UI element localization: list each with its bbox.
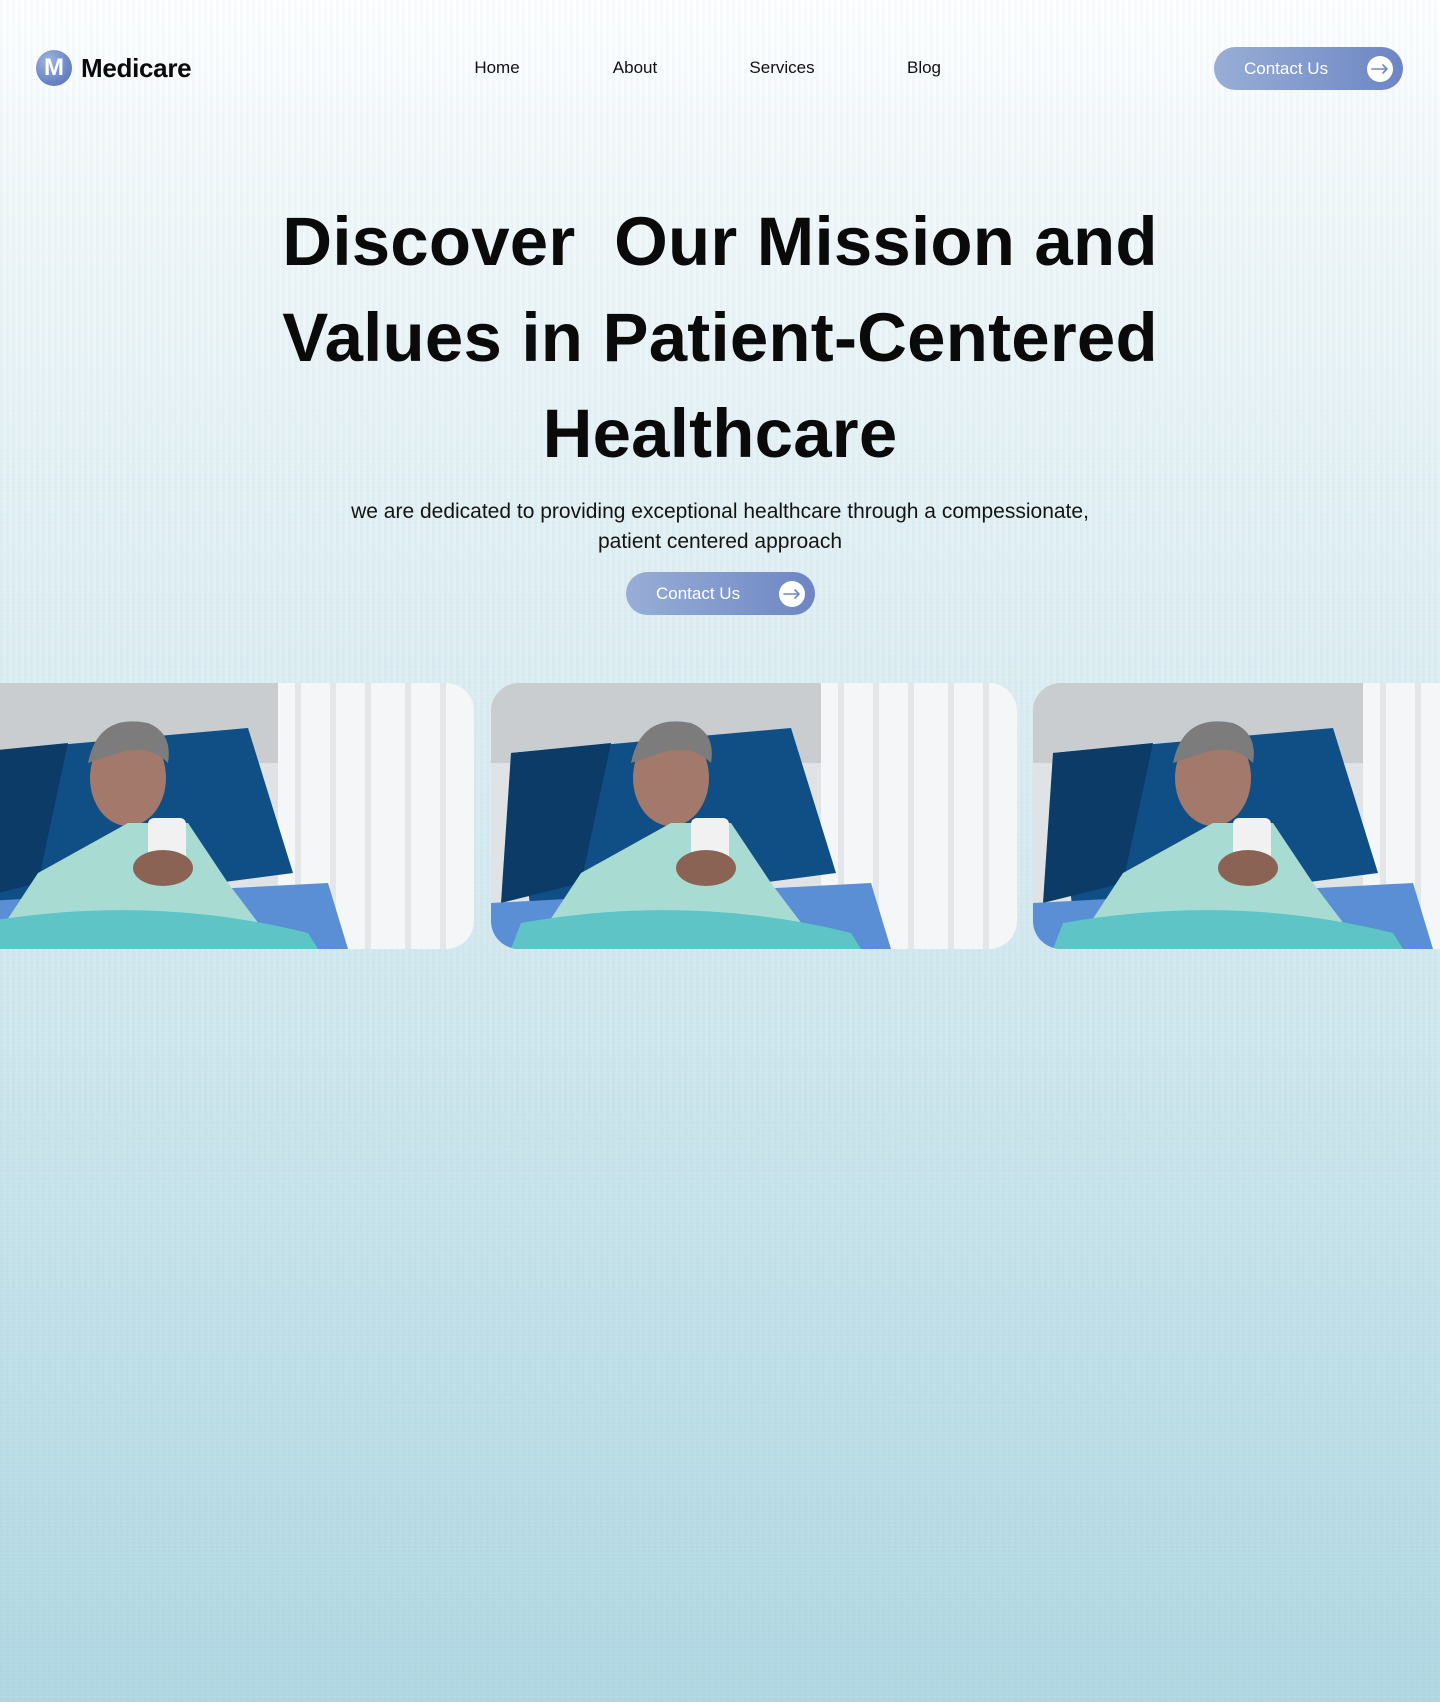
top-navigation: M Medicare Home About Services Blog Cont… xyxy=(0,0,1440,136)
nav-link-about[interactable]: About xyxy=(613,58,657,78)
arrow-right-icon xyxy=(779,580,805,607)
hero-contact-label: Contact Us xyxy=(656,583,741,603)
brand-logo[interactable]: M Medicare xyxy=(36,50,192,86)
logo-mark-icon: M xyxy=(36,50,72,86)
arrow-right-icon xyxy=(1367,55,1393,82)
patient-photo xyxy=(0,683,474,949)
hero-contact-button[interactable]: Contact Us xyxy=(626,572,815,615)
hero-title: Discover Our Mission and Values in Patie… xyxy=(0,194,1440,482)
nav-link-services[interactable]: Services xyxy=(749,58,814,78)
nav-link-home[interactable]: Home xyxy=(474,58,519,78)
hero-subtitle: we are dedicated to providing exceptiona… xyxy=(0,497,1440,557)
hero-subtitle-line: patient centered approach xyxy=(597,530,842,553)
nav-link-blog[interactable]: Blog xyxy=(907,58,941,78)
hero-subtitle-line: we are dedicated to providing exceptiona… xyxy=(351,500,1089,523)
hero-title-line: Healthcare xyxy=(542,395,898,472)
nav-contact-button[interactable]: Contact Us xyxy=(1214,47,1403,90)
patient-photo xyxy=(1033,683,1440,949)
brand-name: Medicare xyxy=(81,52,192,83)
hero-title-line: Values in Patient-Centered xyxy=(282,299,1158,376)
nav-contact-label: Contact Us xyxy=(1244,58,1329,78)
patient-photo xyxy=(491,683,1017,949)
hero-title-line: Discover Our Mission and xyxy=(282,203,1158,280)
